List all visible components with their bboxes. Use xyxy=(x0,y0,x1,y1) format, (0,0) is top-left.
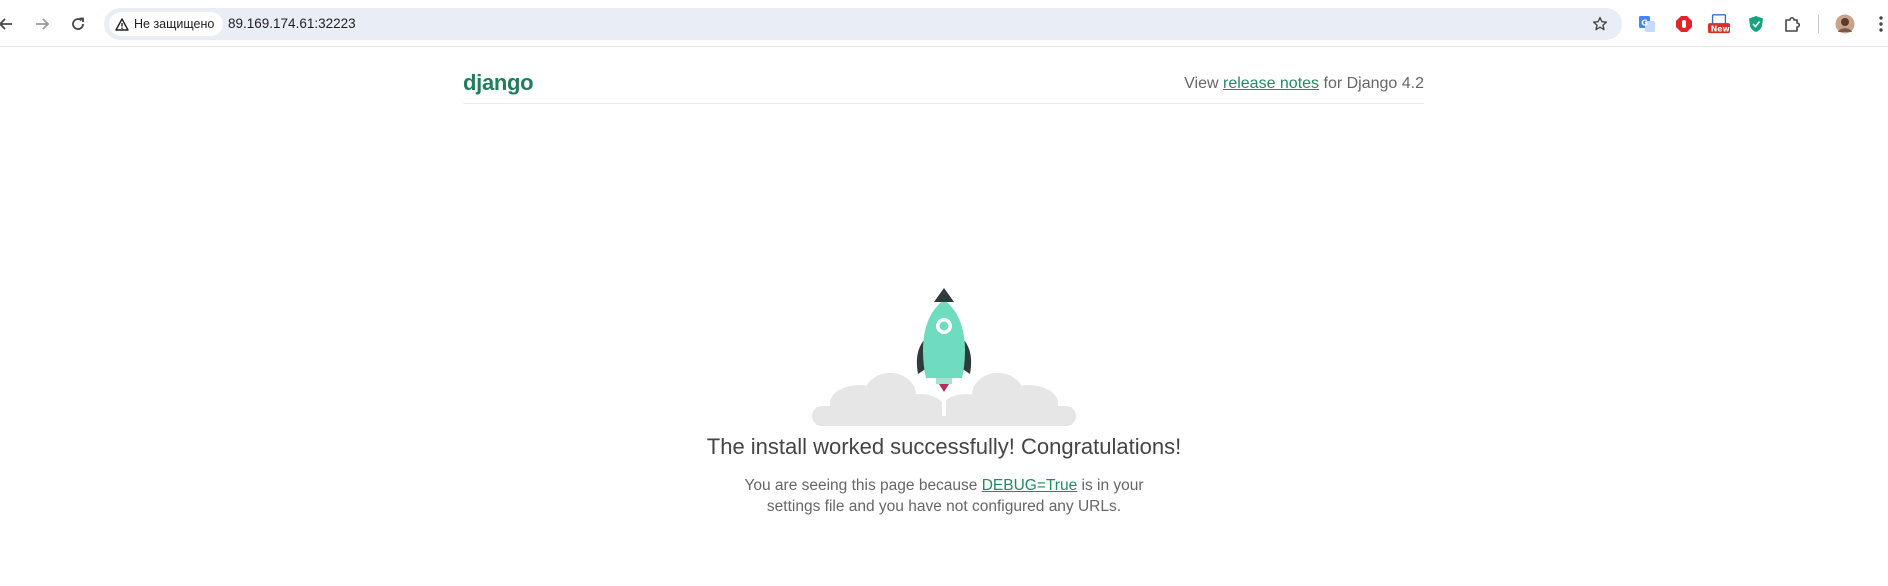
shield-extension[interactable] xyxy=(1745,13,1767,35)
debug-description: You are seeing this page because DEBUG=T… xyxy=(744,477,1144,515)
bookmark-button[interactable] xyxy=(1588,12,1612,36)
reload-icon xyxy=(72,17,84,30)
django-header: django View release notes for Django 4.2 xyxy=(463,60,1424,104)
shield-icon xyxy=(1749,16,1763,32)
translate-icon: G xyxy=(1639,16,1655,32)
security-label: Не защищено xyxy=(134,17,215,31)
warning-triangle-icon xyxy=(115,17,129,31)
stop-hand-icon xyxy=(1676,16,1692,32)
rocket-body xyxy=(923,300,965,378)
new-badge-icon: New xyxy=(1708,14,1730,33)
avatar-icon xyxy=(1835,14,1855,34)
extensions-button[interactable] xyxy=(1781,13,1803,35)
url-text[interactable]: 89.169.174.61:32223 xyxy=(228,16,356,31)
puzzle-icon xyxy=(1785,16,1801,32)
forward-button[interactable] xyxy=(28,10,56,38)
debug-true-link[interactable]: DEBUG=True xyxy=(982,477,1077,494)
browser-menu-button[interactable] xyxy=(1870,13,1888,35)
address-bar[interactable]: Не защищено 89.169.174.61:32223 xyxy=(104,8,1622,40)
svg-text:G: G xyxy=(1641,19,1648,28)
security-indicator[interactable]: Не защищено xyxy=(109,12,224,36)
more-vert-icon xyxy=(1879,16,1883,32)
release-notes-text: View release notes for Django 4.2 xyxy=(1184,75,1424,92)
back-button[interactable] xyxy=(0,10,20,38)
rocket-flame xyxy=(939,384,949,392)
adblock-extension[interactable] xyxy=(1673,13,1695,35)
reload-button[interactable] xyxy=(64,10,92,38)
translate-extension[interactable]: G xyxy=(1636,13,1658,35)
back-arrow-icon xyxy=(0,18,12,30)
rocket-illustration xyxy=(812,288,1076,426)
toolbar-divider xyxy=(1818,15,1819,33)
django-logo[interactable]: django xyxy=(463,70,534,96)
rocket-nose xyxy=(934,288,954,302)
release-notes-link[interactable]: release notes xyxy=(1223,75,1319,92)
profile-button[interactable] xyxy=(1834,13,1856,35)
rocket-nozzle xyxy=(936,378,952,384)
new-extension[interactable]: New xyxy=(1708,13,1730,35)
browser-toolbar: Не защищено 89.169.174.61:32223 G New xyxy=(0,0,1888,47)
new-badge-text: New xyxy=(1711,24,1730,33)
forward-arrow-icon xyxy=(36,18,50,30)
star-icon xyxy=(1592,16,1608,31)
success-headline: The install worked successfully! Congrat… xyxy=(706,434,1182,459)
